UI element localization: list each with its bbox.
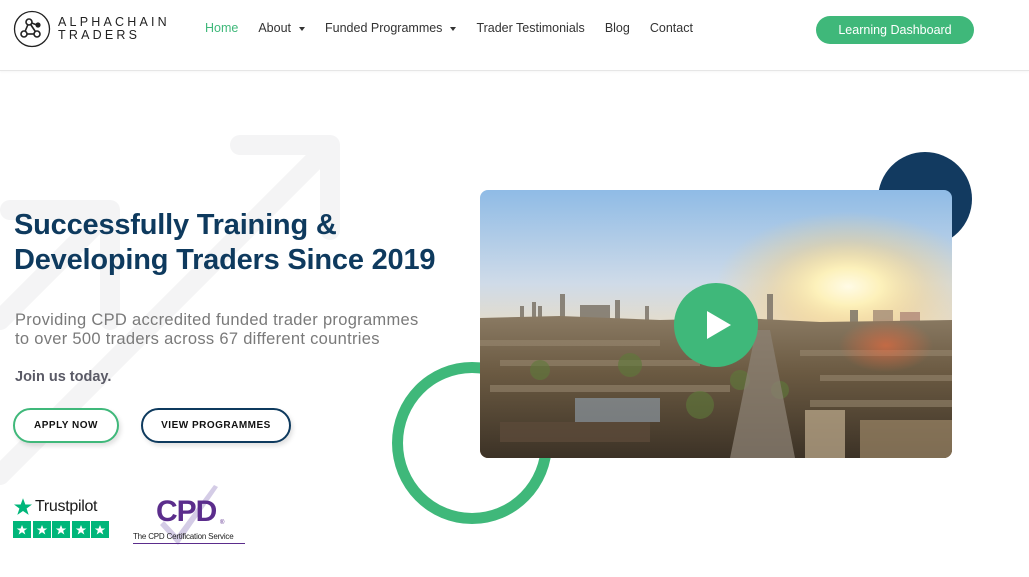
logo-wordmark: ALPHACHAIN TRADERS xyxy=(58,16,170,42)
hero-subtitle-line-2: to over 500 traders across 67 different … xyxy=(15,330,380,348)
registered-mark: ® xyxy=(220,520,225,526)
nav-item-home[interactable]: Home xyxy=(205,21,238,35)
main-nav: Home About Funded Programmes Trader Test… xyxy=(205,21,713,35)
learning-dashboard-button[interactable]: Learning Dashboard xyxy=(816,16,974,44)
trustpilot-rating xyxy=(13,521,111,538)
trustpilot-star-icon xyxy=(14,498,32,515)
cpd-letters: CPD xyxy=(156,495,217,528)
nav-item-label: About xyxy=(258,21,292,35)
network-nodes-icon xyxy=(13,10,51,48)
join-us-text: Join us today. xyxy=(15,369,112,385)
nav-item-about[interactable]: About xyxy=(258,21,306,35)
site-logo[interactable]: ALPHACHAIN TRADERS xyxy=(13,10,170,48)
hero-title-line-2: Developing Traders Since 2019 xyxy=(14,244,436,276)
play-icon xyxy=(707,311,731,339)
nav-item-funded-programmes[interactable]: Funded Programmes xyxy=(325,21,457,35)
star-icon xyxy=(71,521,90,538)
nav-item-contact[interactable]: Contact xyxy=(650,21,693,35)
nav-item-label: Blog xyxy=(604,21,630,35)
nav-item-trader-testimonials[interactable]: Trader Testimonials xyxy=(476,21,584,35)
trustpilot-badge[interactable]: Trustpilot xyxy=(13,497,111,538)
cpd-caption: The CPD Certification Service xyxy=(133,532,234,541)
caret-down-icon xyxy=(450,26,457,31)
cpd-underline xyxy=(133,543,245,544)
play-button[interactable] xyxy=(674,283,758,367)
cpd-certification-badge[interactable]: CPD ® The CPD Certification Service xyxy=(130,485,250,547)
nav-item-label: Home xyxy=(205,21,239,35)
star-icon xyxy=(91,521,109,538)
star-icon xyxy=(32,521,51,538)
hero-subtitle-line-1: Providing CPD accredited funded trader p… xyxy=(15,311,419,329)
hero-title-line-1: Successfully Training & xyxy=(14,209,337,241)
nav-item-label: Contact xyxy=(649,21,693,35)
nav-item-label: Trader Testimonials xyxy=(476,21,585,35)
intro-video[interactable] xyxy=(480,190,952,458)
logo-line-2: TRADERS xyxy=(58,28,141,42)
trustpilot-wordmark: Trustpilot xyxy=(35,498,98,515)
nav-item-blog[interactable]: Blog xyxy=(605,21,630,35)
nav-item-label: Funded Programmes xyxy=(325,21,443,35)
hero-title: Successfully Training & Developing Trade… xyxy=(14,208,436,278)
caret-down-icon xyxy=(299,26,306,31)
hero-subtitle: Providing CPD accredited funded trader p… xyxy=(15,311,419,349)
site-header: ALPHACHAIN TRADERS Home About Funded Pro… xyxy=(0,0,1029,71)
star-icon xyxy=(13,521,31,538)
star-icon xyxy=(52,521,70,538)
view-programmes-button[interactable]: VIEW PROGRAMMES xyxy=(141,408,291,443)
apply-now-button[interactable]: APPLY NOW xyxy=(13,408,119,443)
